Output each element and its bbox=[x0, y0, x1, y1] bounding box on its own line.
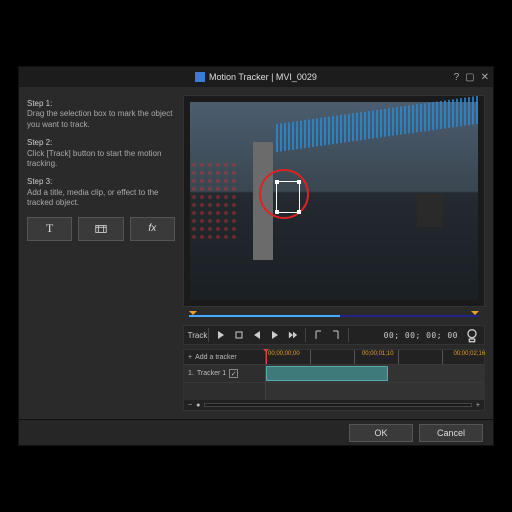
playback-controls: Track 00; 00; 00; 00 bbox=[183, 325, 485, 345]
stop-button[interactable] bbox=[231, 327, 247, 343]
video-preview[interactable] bbox=[183, 95, 485, 307]
track-button[interactable]: Track bbox=[188, 327, 204, 343]
add-title-button[interactable]: T bbox=[27, 217, 72, 241]
timeline-panel: + Add a tracker 00;00;00;00 00;00;01;10 … bbox=[183, 349, 485, 411]
seek-bar[interactable] bbox=[183, 311, 485, 321]
step3-desc: Add a title, media clip, or effect to th… bbox=[27, 188, 175, 209]
titlebar: Motion Tracker | MVI_0029 ? ▢ ✕ bbox=[19, 67, 493, 87]
help-icon[interactable]: ? bbox=[454, 72, 460, 83]
step2-title: Step 2: bbox=[27, 138, 175, 148]
mark-out-button[interactable] bbox=[328, 327, 344, 343]
window-title: Motion Tracker | MVI_0029 bbox=[209, 72, 317, 82]
prev-frame-button[interactable] bbox=[249, 327, 265, 343]
timeline-scrollbar[interactable] bbox=[204, 403, 472, 407]
step1-title: Step 1: bbox=[27, 99, 175, 109]
motion-tracker-dialog: Motion Tracker | MVI_0029 ? ▢ ✕ Step 1: … bbox=[18, 66, 494, 446]
next-frame-button[interactable] bbox=[267, 327, 283, 343]
zoom-in-icon[interactable]: + bbox=[476, 402, 480, 409]
step1-desc: Drag the selection box to mark the objec… bbox=[27, 109, 175, 130]
time-ruler[interactable]: 00;00;00;00 00;00;01;10 00;00;02;16 bbox=[266, 350, 484, 364]
cancel-button[interactable]: Cancel bbox=[419, 424, 483, 442]
play-button[interactable] bbox=[213, 327, 229, 343]
mark-in-button[interactable] bbox=[310, 327, 326, 343]
empty-row-label bbox=[184, 382, 266, 400]
app-icon bbox=[195, 72, 205, 82]
playhead[interactable] bbox=[266, 350, 267, 364]
trim-out-handle[interactable] bbox=[471, 311, 479, 319]
close-icon[interactable]: ✕ bbox=[481, 72, 489, 83]
add-tracker-button[interactable]: + Add a tracker bbox=[184, 350, 266, 364]
trim-in-handle[interactable] bbox=[189, 311, 197, 319]
step3-title: Step 3: bbox=[27, 177, 175, 187]
add-effect-button[interactable]: fx bbox=[130, 217, 175, 241]
tracker-track[interactable] bbox=[266, 364, 484, 382]
dialog-footer: OK Cancel bbox=[19, 419, 493, 445]
add-media-button[interactable] bbox=[78, 217, 123, 241]
tracker-row-label[interactable]: 1. Tracker 1 ✓ bbox=[184, 364, 266, 382]
empty-track bbox=[266, 382, 484, 400]
plus-icon: + bbox=[188, 354, 192, 361]
ok-button[interactable]: OK bbox=[349, 424, 413, 442]
tracker-clip[interactable] bbox=[266, 366, 388, 381]
tracking-selection-box[interactable] bbox=[276, 181, 300, 213]
timecode-display: 00; 00; 00; 00 bbox=[384, 331, 458, 340]
zoom-dot-icon: ● bbox=[196, 402, 200, 409]
instructions-panel: Step 1: Drag the selection box to mark t… bbox=[27, 95, 175, 411]
zoom-out-icon[interactable]: − bbox=[188, 402, 192, 409]
maximize-icon[interactable]: ▢ bbox=[465, 72, 474, 83]
snapshot-icon[interactable] bbox=[464, 327, 480, 343]
fast-forward-button[interactable] bbox=[285, 327, 301, 343]
tracker-visible-checkbox[interactable]: ✓ bbox=[229, 369, 238, 378]
step2-desc: Click [Track] button to start the motion… bbox=[27, 149, 175, 170]
